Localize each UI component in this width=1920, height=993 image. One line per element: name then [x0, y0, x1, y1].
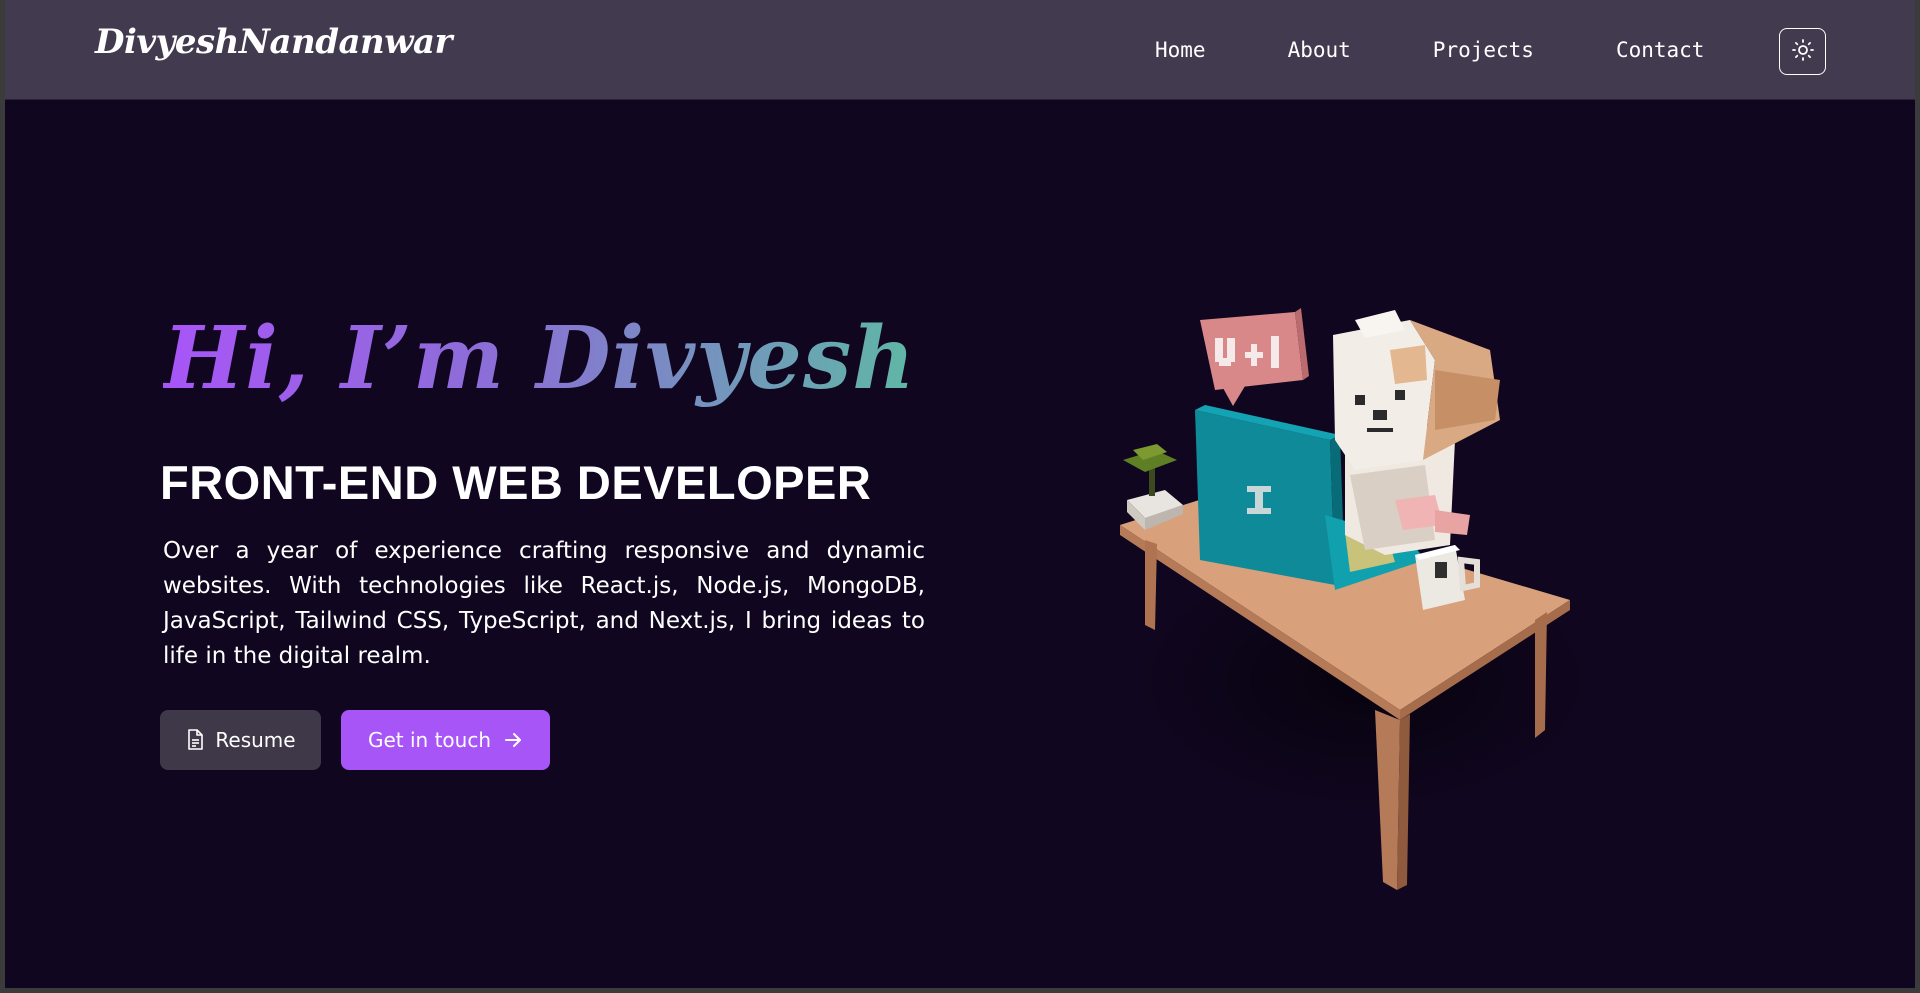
document-icon: [185, 729, 205, 751]
nav-contact[interactable]: Contact: [1616, 38, 1705, 62]
hero-greeting: Hi, I’m Divyesh: [163, 308, 916, 409]
nav-links: Home About Projects Contact: [1155, 38, 1704, 62]
arrow-right-icon: [503, 730, 523, 750]
theme-toggle-button[interactable]: [1779, 28, 1826, 75]
hero-role: FRONT-END WEB DEVELOPER: [160, 456, 872, 509]
brand-logo[interactable]: DivyeshNandanwar: [95, 22, 452, 62]
get-in-touch-button[interactable]: Get in touch: [341, 710, 550, 770]
resume-label: Resume: [215, 728, 296, 752]
hero-description: Over a year of experience crafting respo…: [163, 538, 925, 669]
nav-projects[interactable]: Projects: [1433, 38, 1534, 62]
sun-icon: [1791, 38, 1815, 66]
get-in-touch-label: Get in touch: [367, 728, 492, 752]
nav-about[interactable]: About: [1288, 38, 1351, 62]
voxel-dog-at-desk-illustration: [1120, 308, 1585, 890]
navbar: DivyeshNandanwar Home About Projects Con…: [5, 0, 1915, 100]
page-frame: DivyeshNandanwar Home About Projects Con…: [5, 0, 1915, 988]
resume-button[interactable]: Resume: [160, 710, 321, 770]
nav-home[interactable]: Home: [1155, 38, 1206, 62]
